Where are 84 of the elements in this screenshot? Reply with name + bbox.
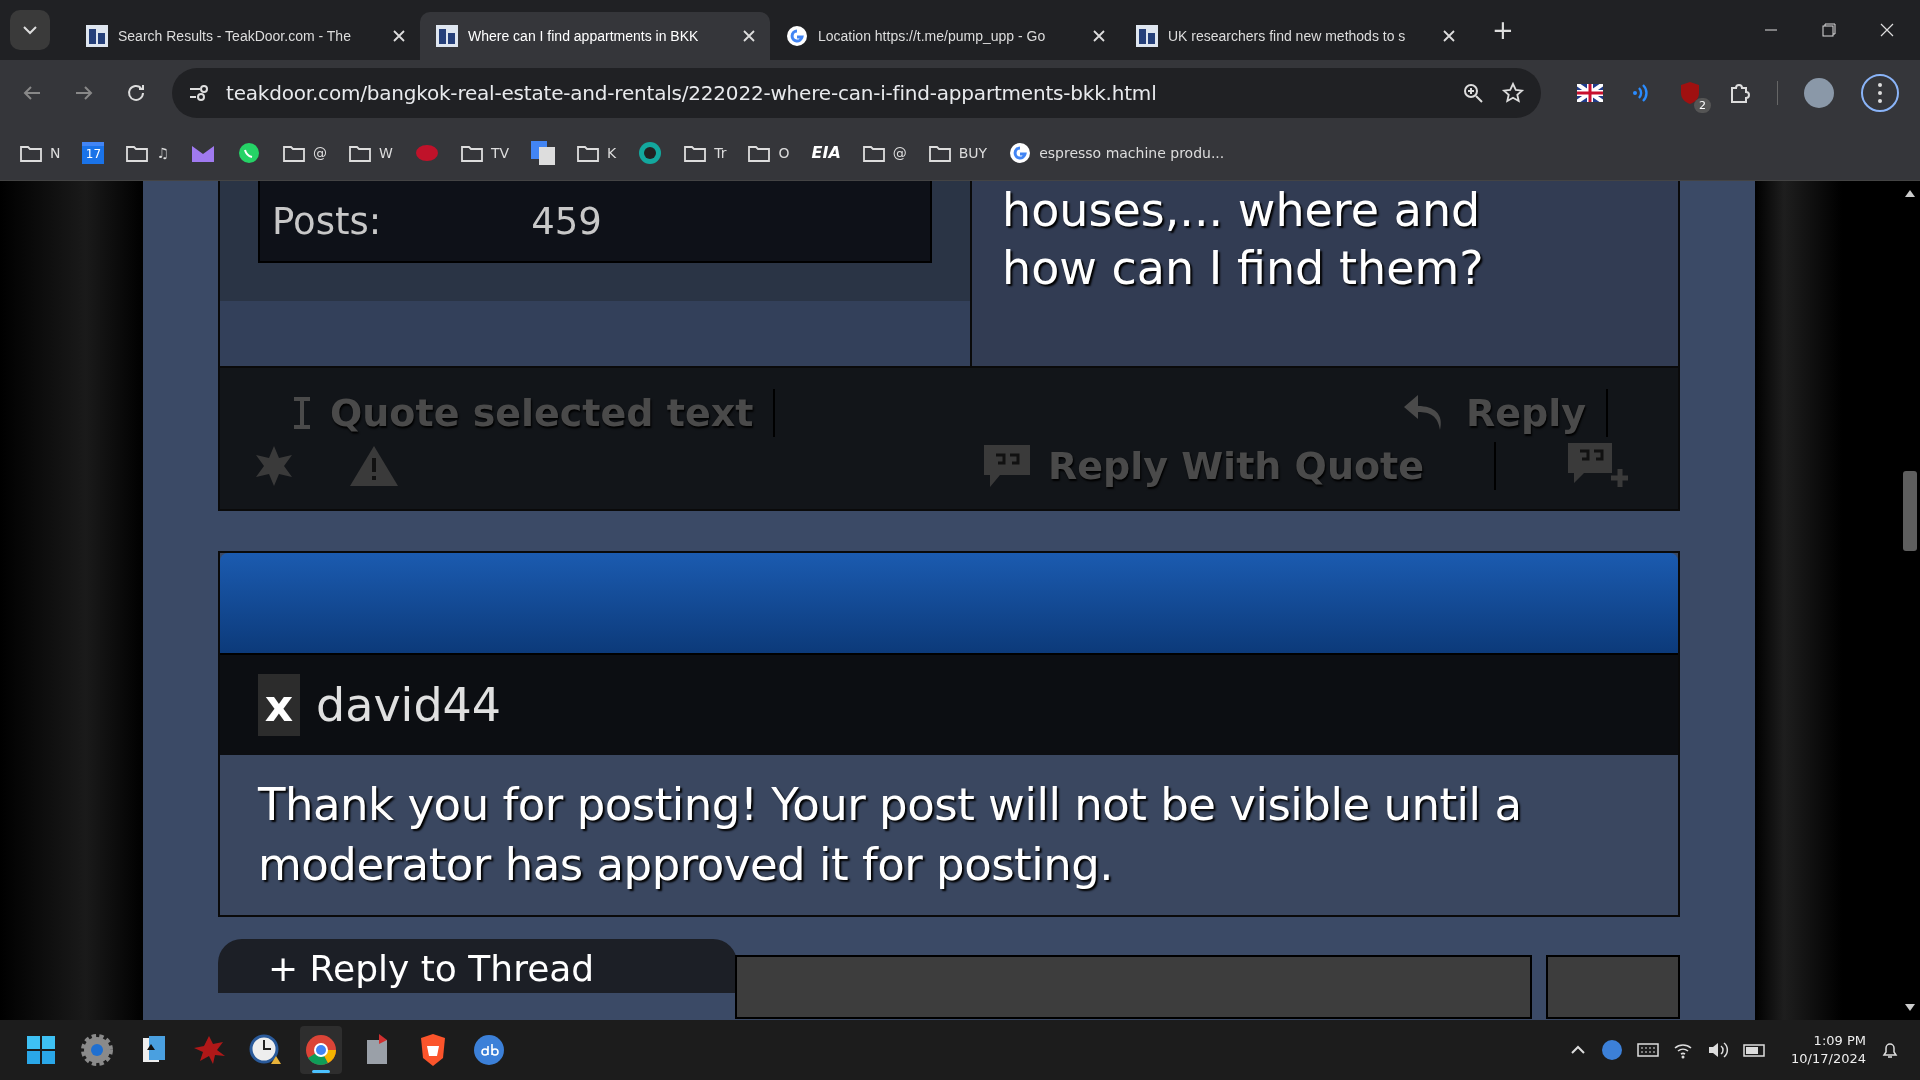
- google-logo-icon: [786, 25, 808, 47]
- flag-icon[interactable]: [1577, 83, 1603, 102]
- tab-title: Location https://t.me/pump_upp - Go: [818, 28, 1047, 44]
- clock[interactable]: 1:09 PM 10/17/2024: [1791, 1032, 1866, 1068]
- bookmark[interactable]: TV: [460, 143, 510, 162]
- bookmark[interactable]: O: [748, 143, 790, 162]
- quote-bubble-icon: [981, 442, 1032, 489]
- bell-icon[interactable]: [1880, 1040, 1900, 1060]
- tab-list-icon[interactable]: [10, 10, 50, 50]
- browser-tab[interactable]: Where can I find appartments in BKK: [420, 12, 770, 60]
- tab-title: UK researchers find new methods to s: [1168, 28, 1407, 44]
- bookmark[interactable]: Tr: [684, 143, 727, 162]
- bookmark[interactable]: W: [349, 143, 393, 162]
- profile-avatar[interactable]: [1804, 77, 1834, 108]
- close-icon[interactable]: [742, 29, 756, 43]
- bookmark[interactable]: BUY: [928, 143, 988, 162]
- site-logo-icon: [86, 25, 108, 47]
- new-tab-button[interactable]: +: [1484, 15, 1522, 45]
- tab-title: Search Results - TeakDoor.com - The: [118, 28, 352, 44]
- running-indicator: [312, 1070, 330, 1073]
- browser-tab[interactable]: Location https://t.me/pump_upp - Go: [770, 12, 1120, 60]
- avatar-image: x: [258, 674, 300, 736]
- site-logo-icon: [1136, 25, 1158, 47]
- star-icon[interactable]: [1501, 80, 1525, 105]
- folder-icon[interactable]: [684, 143, 707, 162]
- close-icon[interactable]: [1880, 23, 1894, 37]
- folder-icon[interactable]: [349, 143, 372, 162]
- bookmark-label: K: [607, 144, 617, 161]
- tab-title: Where can I find appartments in BKK: [468, 28, 700, 44]
- posts-label: Posts:: [272, 199, 382, 243]
- bookmark[interactable]: K: [577, 143, 617, 162]
- notice-message: Thank you for posting! Your post will not be visible until a moderator has approved it for posting.: [258, 777, 1523, 893]
- keyboard-icon[interactable]: [1637, 1041, 1660, 1059]
- close-icon[interactable]: [1092, 29, 1106, 43]
- bookmark[interactable]: ♫: [126, 143, 170, 162]
- bookmark-label: Tr: [714, 144, 727, 161]
- bookmark[interactable]: @: [283, 143, 328, 162]
- bookmark-label: ♫: [156, 144, 170, 161]
- menu-icon[interactable]: [1860, 72, 1900, 113]
- scroll-up-icon[interactable]: [1905, 189, 1915, 197]
- extension-badge: 2: [1694, 97, 1711, 113]
- clock-time: 1:09 PM: [1813, 1032, 1866, 1050]
- bookmark-label: W: [379, 144, 393, 161]
- bookmark[interactable]: espresso machine produ...: [1009, 141, 1225, 164]
- site-logo-icon: [436, 25, 458, 47]
- browser-tab[interactable]: UK researchers find new methods to s: [1120, 12, 1470, 60]
- reply-to-thread-button[interactable]: + Reply to Thread: [218, 939, 738, 993]
- bookmark-label: N: [50, 144, 61, 161]
- url-text: teakdoor.com/bangkok-real-estate-and-rentals/222022-where-can-i-find-appartments-bkk.html: [226, 80, 1157, 105]
- username: david44: [316, 678, 502, 732]
- bookmark-label: @: [892, 144, 907, 161]
- scrollbar-thumb[interactable]: [1903, 471, 1917, 551]
- close-icon[interactable]: [1442, 29, 1456, 43]
- folder-icon[interactable]: [283, 143, 306, 162]
- restore-icon[interactable]: [1822, 23, 1836, 37]
- bookmark-label: @: [313, 144, 328, 161]
- battery-icon[interactable]: [1743, 1041, 1768, 1059]
- bookmark-logo[interactable]: EIA: [811, 143, 841, 162]
- folder-icon[interactable]: [748, 143, 771, 162]
- address-field[interactable]: teakdoor.com/bangkok-real-estate-and-rentals/222022-where-can-i-find-appartments-bkk.html: [172, 67, 1541, 118]
- folder-icon[interactable]: [577, 143, 600, 162]
- scroll-down-icon[interactable]: [1905, 1004, 1915, 1012]
- google-logo-icon[interactable]: [1009, 141, 1032, 164]
- close-icon[interactable]: [392, 29, 406, 43]
- bookmark[interactable]: @: [862, 143, 907, 162]
- folder-icon[interactable]: [20, 143, 42, 162]
- bookmark-label: BUY: [958, 144, 988, 161]
- browser-tab[interactable]: Search Results - TeakDoor.com - The: [70, 12, 420, 60]
- bookmark-label: espresso machine produ...: [1039, 144, 1225, 161]
- bookmark-label: O: [778, 144, 790, 161]
- clock-date: 10/17/2024: [1791, 1050, 1866, 1068]
- bookmark[interactable]: N: [20, 143, 61, 162]
- folder-icon[interactable]: [862, 143, 885, 162]
- folder-icon[interactable]: [126, 143, 149, 162]
- folder-icon[interactable]: [460, 143, 483, 162]
- wifi-icon[interactable]: [1673, 1041, 1694, 1059]
- speaker-icon[interactable]: [1707, 1041, 1730, 1059]
- posts-count: 459: [531, 199, 602, 243]
- message-text: how can I find them?: [1002, 240, 1485, 297]
- folder-icon[interactable]: [928, 143, 951, 162]
- bookmark-label: TV: [490, 144, 510, 161]
- calendar-icon[interactable]: 17: [82, 141, 105, 164]
- chat-bubble-icon[interactable]: [237, 140, 262, 165]
- message-text: houses,... where and: [1002, 182, 1482, 239]
